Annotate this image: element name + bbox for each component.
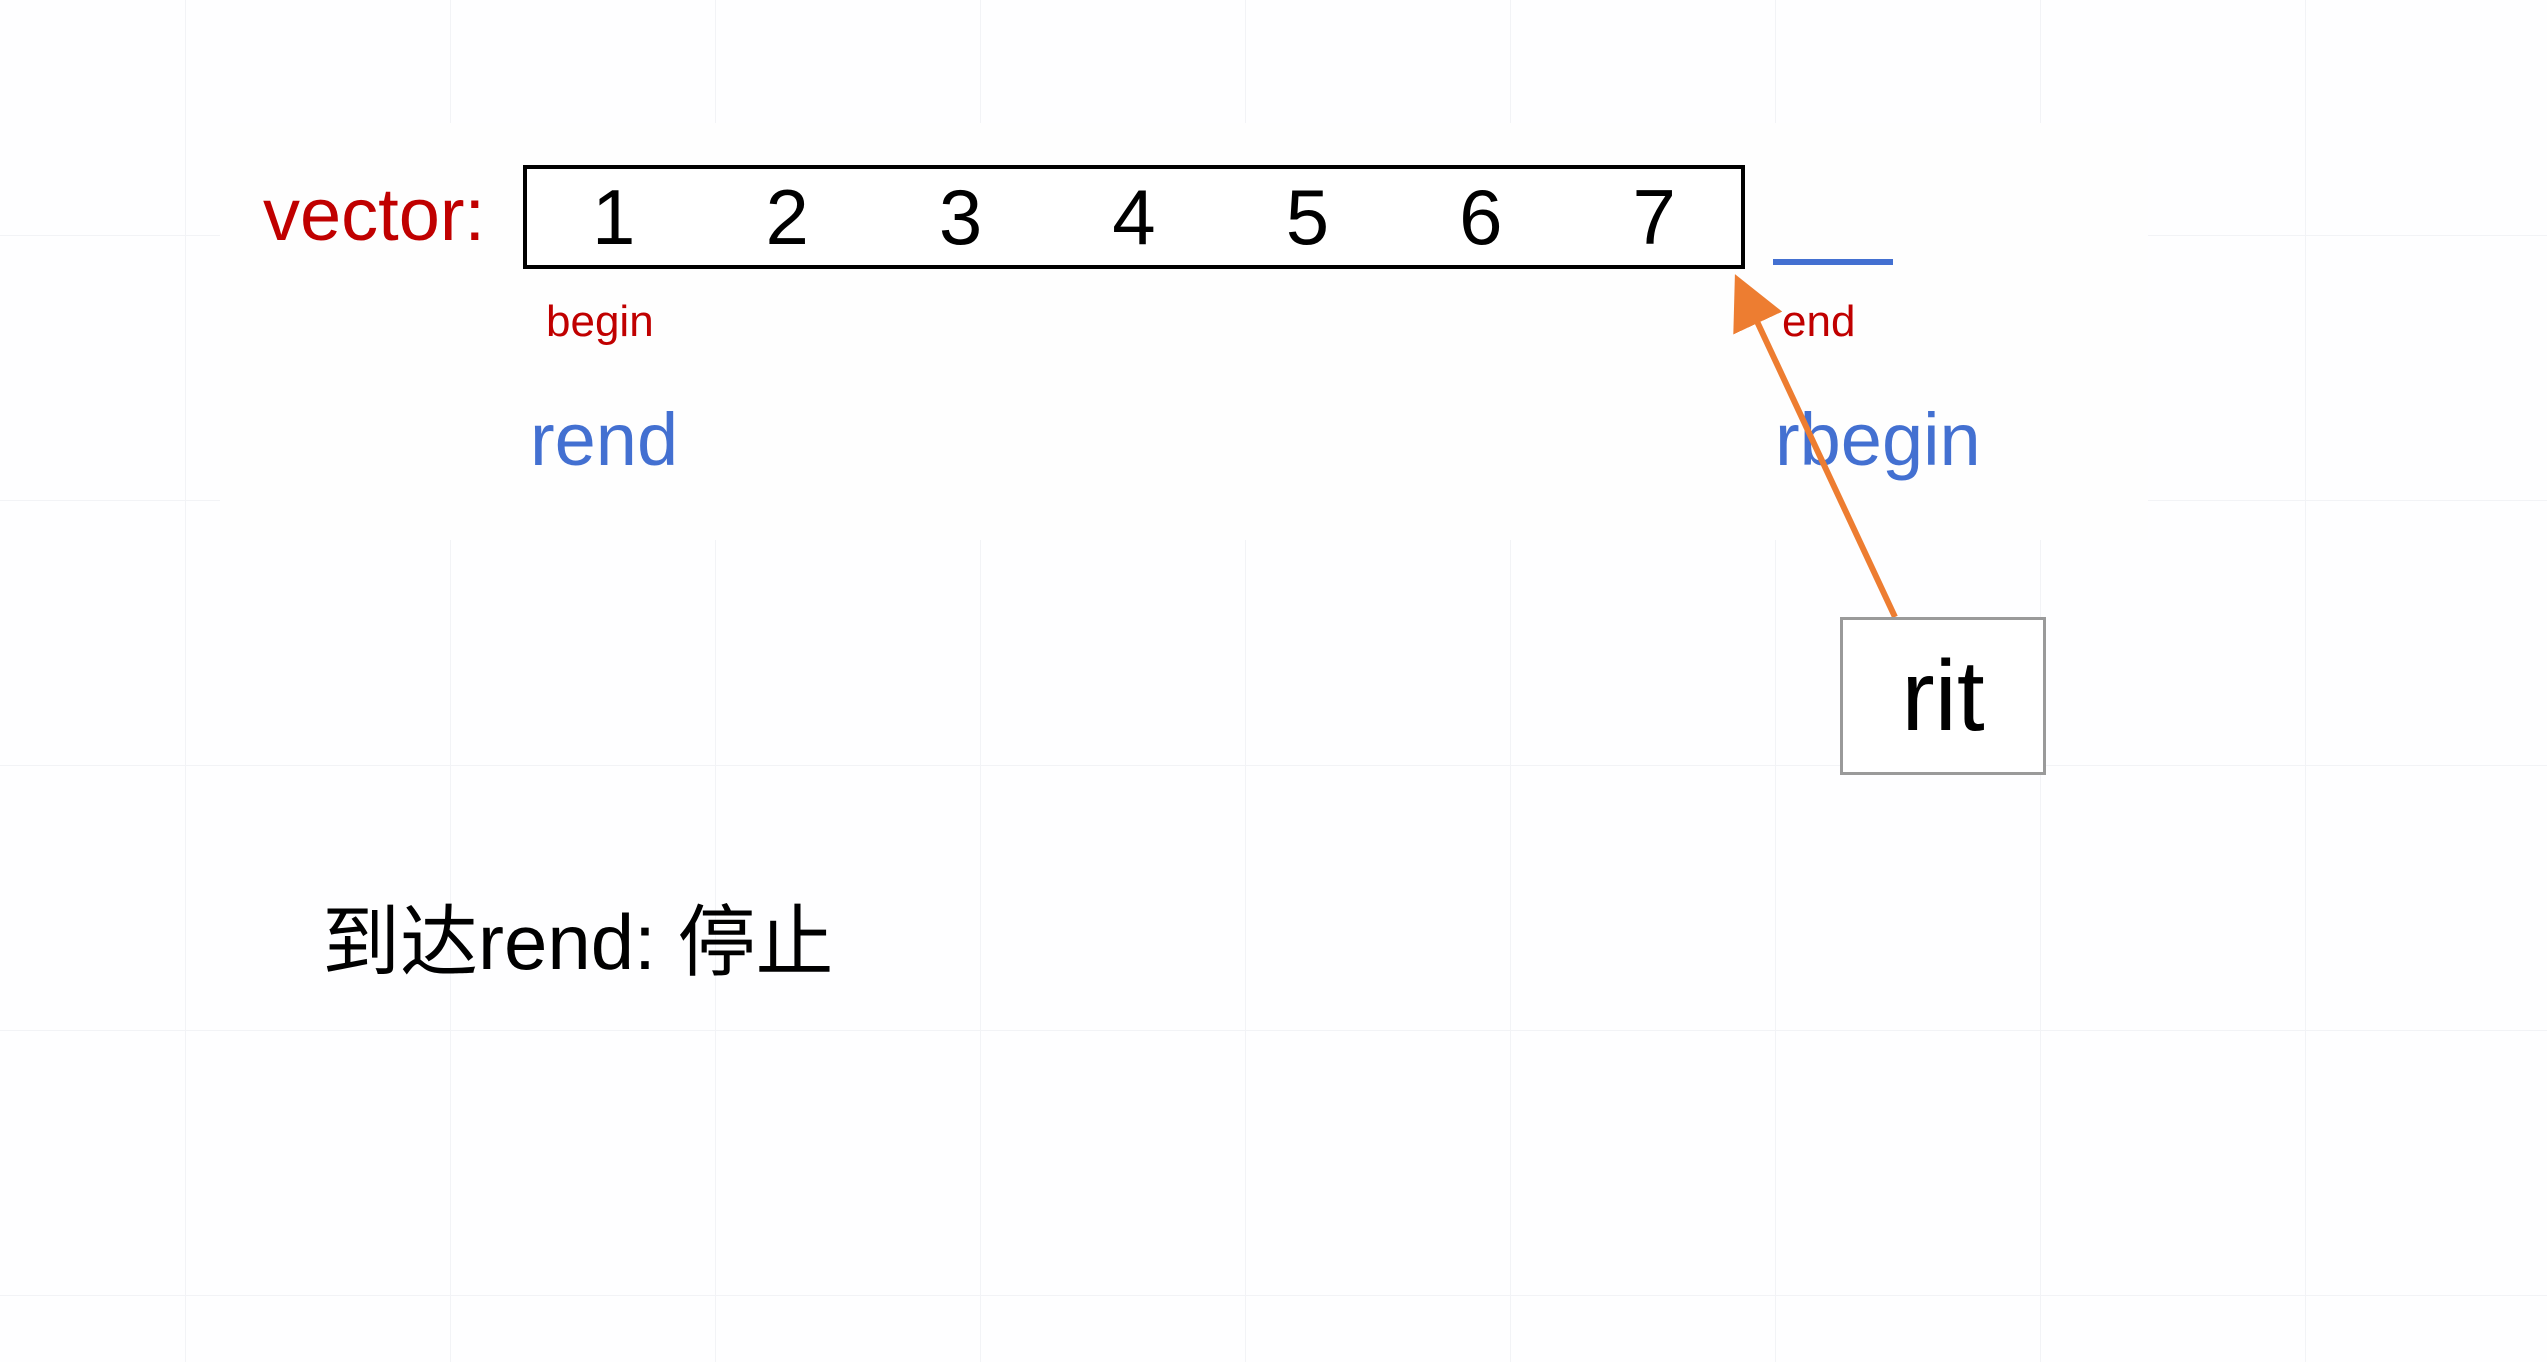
cell-0: 1 [527, 169, 700, 265]
end-label: end [1782, 297, 1855, 347]
cell-3: 4 [1047, 169, 1220, 265]
end-slot-underline [1773, 259, 1893, 265]
rit-label: rit [1901, 639, 1984, 754]
note-text: 到达rend: 停止 [322, 880, 833, 992]
vector-cells: 1 2 3 4 5 6 7 [523, 165, 1745, 269]
rend-label: rend [530, 397, 678, 482]
cell-5: 6 [1394, 169, 1567, 265]
cell-6: 7 [1568, 169, 1741, 265]
cell-1: 2 [700, 169, 873, 265]
cell-4: 5 [1221, 169, 1394, 265]
vector-label: vector: [263, 172, 485, 257]
rbegin-label: rbegin [1775, 397, 1981, 482]
cell-2: 3 [874, 169, 1047, 265]
rit-box: rit [1840, 617, 2046, 775]
begin-label: begin [546, 297, 654, 347]
